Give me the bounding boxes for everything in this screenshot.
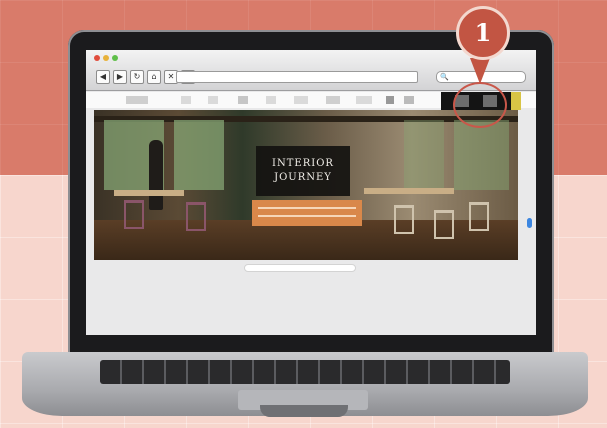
table xyxy=(114,190,184,196)
window-pane xyxy=(454,120,509,190)
chair xyxy=(469,202,489,231)
hero-cta-text-line xyxy=(258,215,356,217)
chair xyxy=(394,205,414,234)
nav-accent-tab[interactable] xyxy=(511,92,521,110)
reload-button[interactable]: ↻ xyxy=(130,70,144,84)
close-window-button[interactable] xyxy=(94,55,100,61)
callout-highlight-ring xyxy=(453,82,507,128)
callout-number-badge: 1 xyxy=(456,6,510,60)
hero-title-line1: INTERIOR xyxy=(272,158,334,169)
nav-item-2[interactable] xyxy=(208,96,218,104)
hero-cta-box[interactable] xyxy=(252,200,362,226)
hero-cta-text-line xyxy=(258,207,356,209)
back-button[interactable]: ◀ xyxy=(96,70,110,84)
chair xyxy=(186,202,206,231)
window-controls xyxy=(94,55,118,61)
laptop-keyboard xyxy=(100,360,510,384)
hero-tagline xyxy=(224,116,384,128)
nav-item-9[interactable] xyxy=(404,96,414,104)
hero-title-box: INTERIOR JOURNEY xyxy=(256,146,350,196)
nav-item-3[interactable] xyxy=(238,96,248,104)
chair xyxy=(124,200,144,229)
wooden-floor xyxy=(94,220,518,260)
laptop-hinge xyxy=(260,405,348,417)
hero-image: INTERIOR JOURNEY xyxy=(94,110,518,260)
chair xyxy=(434,210,454,239)
page-indicator[interactable] xyxy=(244,264,356,272)
forward-button[interactable]: ▶ xyxy=(113,70,127,84)
maximize-window-button[interactable] xyxy=(112,55,118,61)
nav-item-6[interactable] xyxy=(326,96,340,104)
nav-item-5[interactable] xyxy=(294,96,308,104)
home-button[interactable]: ⌂ xyxy=(147,70,161,84)
search-icon: 🔍 xyxy=(440,73,449,81)
nav-item-8[interactable] xyxy=(386,96,394,104)
scrollbar-thumb[interactable] xyxy=(527,218,532,228)
window-pane xyxy=(404,120,444,190)
nav-item-4[interactable] xyxy=(266,96,276,104)
address-bar[interactable] xyxy=(176,71,418,83)
minimize-window-button[interactable] xyxy=(103,55,109,61)
nav-item-1[interactable] xyxy=(181,96,191,104)
nav-item-7[interactable] xyxy=(356,96,372,104)
hero-title-line2: JOURNEY xyxy=(274,172,332,183)
window-pane xyxy=(174,120,224,190)
site-logo[interactable] xyxy=(126,96,148,104)
table xyxy=(364,188,454,194)
person-figure xyxy=(149,140,163,210)
